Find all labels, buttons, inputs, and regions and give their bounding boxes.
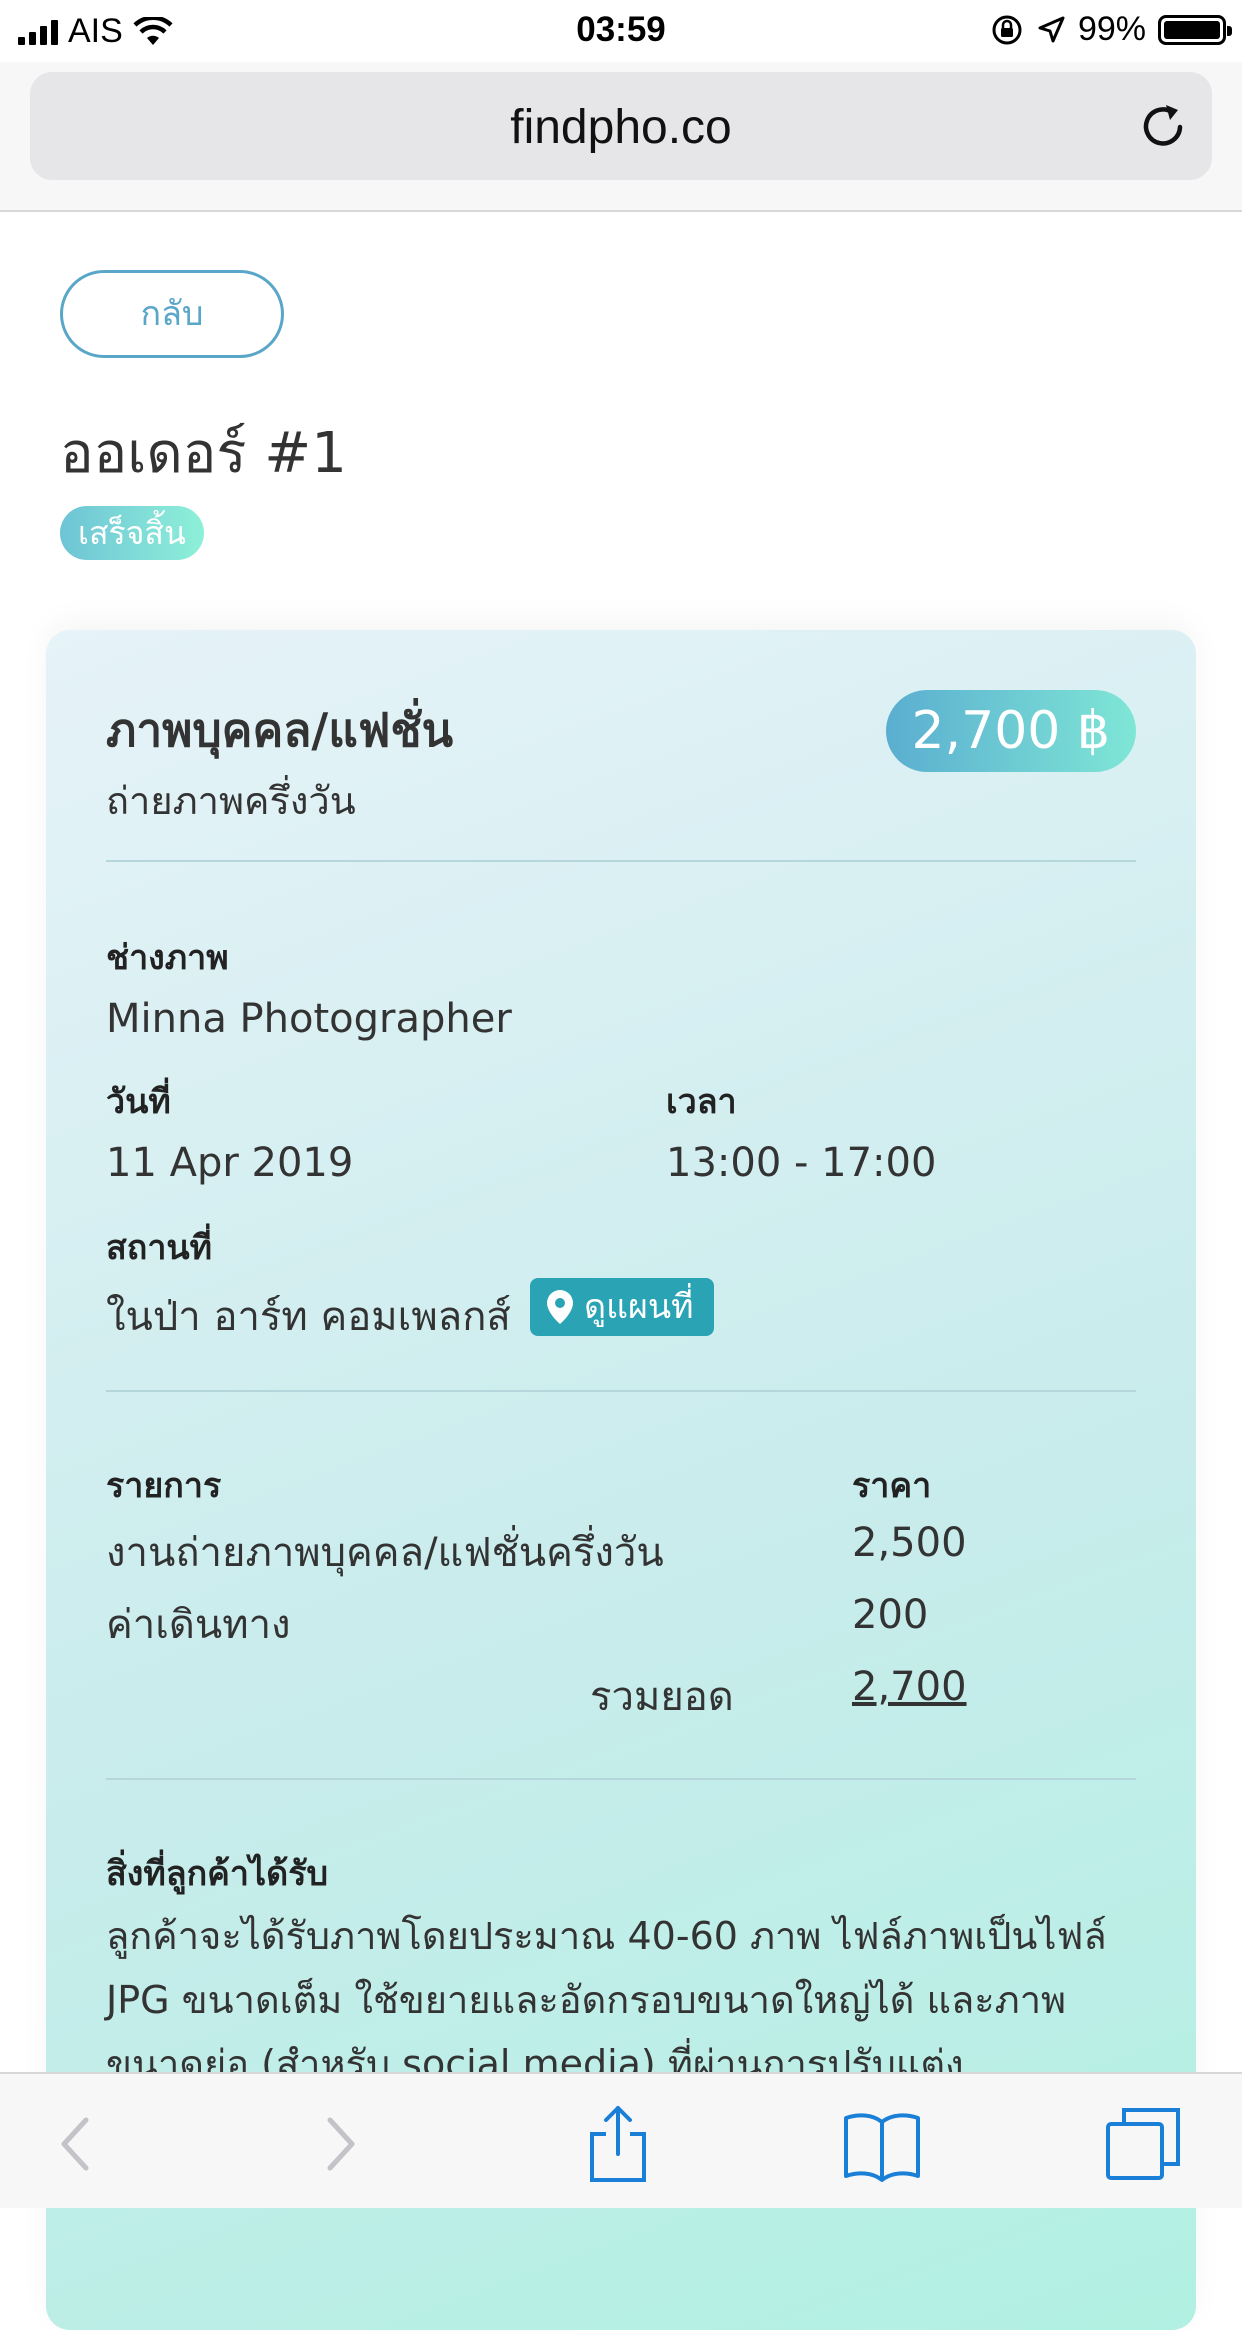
time-label: เวลา: [666, 1082, 737, 1122]
browser-toolbar: [0, 2072, 1242, 2208]
price-badge: 2,700 ฿: [885, 690, 1136, 772]
view-map-label: ดูแผนที่: [584, 1287, 694, 1327]
date-value: 11 Apr 2019: [106, 1140, 354, 1186]
address-bar[interactable]: findpho.co: [30, 72, 1212, 180]
location-value: ในป่า อาร์ท คอมเพลกส์: [106, 1294, 511, 1340]
battery-percent: 99%: [1077, 10, 1146, 48]
back-arrow-icon[interactable]: [38, 2104, 118, 2184]
photographer-label: ช่างภาพ: [106, 938, 229, 978]
divider: [106, 1390, 1136, 1392]
tabs-icon[interactable]: [1104, 2104, 1184, 2184]
items-header: รายการ: [106, 1466, 222, 1506]
bookmarks-icon[interactable]: [842, 2104, 922, 2184]
share-icon[interactable]: [578, 2104, 658, 2184]
line-item-name: ค่าเดินทาง: [106, 1602, 291, 1648]
url-text[interactable]: findpho.co: [30, 100, 1212, 155]
line-item-price: 200: [852, 1592, 929, 1638]
view-map-button[interactable]: ดูแผนที่: [530, 1278, 714, 1336]
status-badge: เสร็จสิ้น: [60, 506, 204, 560]
battery-icon: [1158, 14, 1232, 45]
photographer-name: Minna Photographer: [106, 996, 512, 1042]
package-title: ภาพบุคคล/แฟชั่น: [106, 703, 454, 757]
time-value: 13:00 - 17:00: [666, 1140, 937, 1186]
page-title: ออเดอร์ #1: [60, 421, 347, 486]
reload-icon[interactable]: [1136, 100, 1190, 154]
back-button[interactable]: กลับ: [60, 270, 284, 358]
line-item-name: งานถ่ายภาพบุคคล/แฟชั่นครึ่งวัน: [106, 1530, 664, 1576]
total-value: 2,700: [852, 1664, 967, 1710]
forward-arrow-icon[interactable]: [298, 2104, 378, 2184]
deliverables-text: ลูกค้าจะได้รับภาพโดยประมาณ 40-60 ภาพ ไฟล…: [106, 1914, 1107, 2086]
location-arrow-icon: [1038, 16, 1065, 42]
deliverables-label: สิ่งที่ลูกค้าได้รับ: [106, 1854, 329, 1894]
line-item-price: 2,500: [852, 1520, 967, 1566]
date-label: วันที่: [106, 1082, 171, 1122]
package-subtitle: ถ่ายภาพครึ่งวัน: [106, 779, 356, 823]
total-label: รวมยอด: [590, 1674, 734, 1720]
price-header: ราคา: [852, 1466, 932, 1506]
map-pin-icon: [547, 1290, 573, 1324]
divider: [106, 1778, 1136, 1780]
divider: [106, 860, 1136, 862]
rotation-lock-icon: [992, 15, 1022, 44]
location-label: สถานที่: [106, 1228, 213, 1268]
status-right: 99%: [990, 10, 1232, 49]
status-bar: AIS 03:59 99%: [0, 0, 1242, 62]
browser-address-area: findpho.co: [0, 62, 1242, 212]
